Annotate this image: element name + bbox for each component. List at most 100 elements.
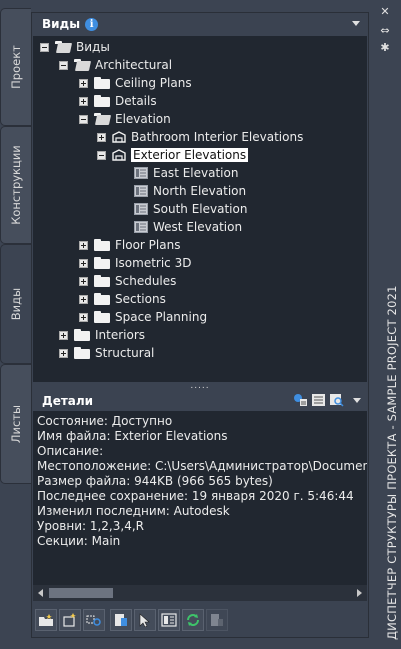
tree-node-label: Structural — [95, 346, 155, 360]
folder-icon — [94, 239, 110, 251]
details-header: Детали — [33, 390, 367, 411]
tab-constructs[interactable]: Конструкции — [0, 126, 31, 244]
elevation-drawing-icon — [134, 203, 148, 215]
folder-icon — [94, 311, 110, 323]
folder-open-icon — [55, 41, 71, 53]
expand-toggle[interactable] — [79, 276, 88, 286]
panel-splitter[interactable]: ..... — [33, 382, 367, 391]
tree-node-south-elevation[interactable]: South Elevation — [134, 200, 247, 218]
new-category-button[interactable] — [35, 609, 57, 631]
tree-node-root[interactable]: Виды — [40, 38, 110, 56]
tree-node-label: Space Planning — [115, 310, 208, 324]
tree-node-interiors[interactable]: Interiors — [59, 326, 145, 344]
expand-toggle[interactable] — [79, 96, 88, 106]
folder-icon — [94, 95, 110, 107]
tree-node-ceiling-plans[interactable]: Ceiling Plans — [79, 74, 192, 92]
properties-menu-icon[interactable]: ✱ — [380, 42, 390, 53]
collapse-toggle[interactable] — [97, 150, 106, 160]
tree-node-elevation[interactable]: Elevation — [79, 110, 171, 128]
palette-title-bar[interactable]: ✕ ⇔ ✱ ДИСПЕТЧЕР СТРУКТУРЫ ПРОЕКТА - SAMP… — [369, 0, 401, 649]
detail-sections: Секции: Main — [37, 534, 121, 548]
expand-toggle[interactable] — [79, 78, 88, 88]
tree-node-sections[interactable]: Sections — [79, 290, 166, 308]
detail-filename: Имя файла: Exterior Elevations — [37, 429, 228, 443]
new-folder-icon — [39, 614, 53, 626]
new-model-view-button[interactable] — [83, 609, 105, 631]
views-tree: Виды Architectural Ceiling Plans Details — [33, 36, 367, 382]
info-icon[interactable]: i — [85, 17, 99, 31]
tree-node-label: Isometric 3D — [115, 256, 192, 270]
detail-last-saved: Последнее сохранение: 19 января 2020 г. … — [37, 489, 354, 503]
tree-node-bathroom-elevations[interactable]: Bathroom Interior Elevations — [97, 128, 303, 146]
views-panel: Виды i Виды Architectural Ceiling Plans — [31, 12, 369, 638]
tab-sheets-label: Листы — [9, 404, 24, 444]
new-view-button[interactable] — [59, 609, 81, 631]
layout-button[interactable] — [158, 609, 180, 631]
repath-icon — [211, 614, 223, 626]
detail-status: Состояние: Доступно — [37, 414, 173, 428]
horizontal-scrollbar[interactable] — [33, 585, 367, 601]
tree-node-label: Bathroom Interior Elevations — [131, 130, 304, 144]
chevron-down-icon[interactable] — [353, 397, 361, 403]
edit-attributes-button[interactable] — [134, 609, 156, 631]
properties-icon[interactable] — [293, 393, 308, 407]
tree-node-north-elevation[interactable]: North Elevation — [134, 182, 246, 200]
folder-icon — [74, 347, 90, 359]
refresh-icon — [187, 614, 199, 626]
chevron-down-icon[interactable] — [352, 21, 360, 26]
expand-toggle[interactable] — [79, 240, 88, 250]
detail-filesize: Размер файла: 944KB (966 565 bytes) — [37, 474, 273, 488]
refresh-button[interactable] — [182, 609, 204, 631]
elevation-view-icon — [112, 131, 126, 143]
views-title: Виды — [42, 17, 81, 31]
expand-toggle[interactable] — [59, 330, 68, 340]
tab-views[interactable]: Виды — [0, 244, 31, 364]
expand-toggle[interactable] — [97, 132, 106, 142]
collapse-toggle[interactable] — [40, 42, 49, 52]
expand-toggle[interactable] — [79, 294, 88, 304]
expand-toggle[interactable] — [79, 258, 88, 268]
project-navigator-palette: Проект Конструкции Виды Листы Виды i Вид… — [0, 0, 401, 649]
folder-open-icon — [94, 113, 110, 125]
tree-node-east-elevation[interactable]: East Elevation — [134, 164, 238, 182]
tree-node-label: North Elevation — [153, 184, 247, 198]
tree-node-label: Виды — [76, 40, 110, 54]
autohide-icon[interactable]: ⇔ — [380, 25, 390, 36]
tree-node-label: East Elevation — [153, 166, 239, 180]
cursor-edit-icon — [139, 613, 150, 627]
folder-icon — [94, 257, 110, 269]
tree-node-details[interactable]: Details — [79, 92, 157, 110]
tree-node-exterior-elevations[interactable]: Exterior Elevations — [97, 146, 249, 164]
expand-toggle[interactable] — [59, 348, 68, 358]
collapse-toggle[interactable] — [59, 60, 68, 70]
tree-node-west-elevation[interactable]: West Elevation — [134, 218, 242, 236]
tree-node-schedules[interactable]: Schedules — [79, 272, 176, 290]
tab-project[interactable]: Проект — [0, 8, 31, 126]
scroll-left-icon[interactable] — [38, 589, 43, 597]
elevation-view-icon — [112, 149, 126, 161]
folder-icon — [94, 293, 110, 305]
expand-toggle[interactable] — [79, 312, 88, 322]
preview-icon[interactable] — [329, 393, 344, 407]
folder-open-icon — [74, 59, 90, 71]
palette-title: ДИСПЕТЧЕР СТРУКТУРЫ ПРОЕКТА - SAMPLE PRO… — [385, 285, 399, 640]
collapse-toggle[interactable] — [79, 114, 88, 124]
elevation-drawing-icon — [134, 185, 148, 197]
tree-node-label: Details — [115, 94, 157, 108]
tree-node-space-planning[interactable]: Space Planning — [79, 308, 207, 326]
close-icon[interactable]: ✕ — [380, 6, 390, 17]
scrollbar-thumb[interactable] — [49, 588, 113, 598]
tab-sheets[interactable]: Листы — [0, 364, 31, 484]
tree-node-floor-plans[interactable]: Floor Plans — [79, 236, 180, 254]
list-view-icon[interactable] — [311, 393, 326, 407]
regenerate-button[interactable] — [110, 609, 132, 631]
folder-icon — [94, 275, 110, 287]
side-tabs: Проект Конструкции Виды Листы — [0, 8, 31, 488]
scroll-right-icon[interactable] — [357, 589, 362, 597]
tree-node-architectural[interactable]: Architectural — [59, 56, 172, 74]
tree-node-label: Architectural — [95, 58, 173, 72]
tree-node-structural[interactable]: Structural — [59, 344, 154, 362]
repath-button[interactable] — [206, 609, 228, 631]
tree-node-isometric-3d[interactable]: Isometric 3D — [79, 254, 191, 272]
folder-icon — [94, 77, 110, 89]
